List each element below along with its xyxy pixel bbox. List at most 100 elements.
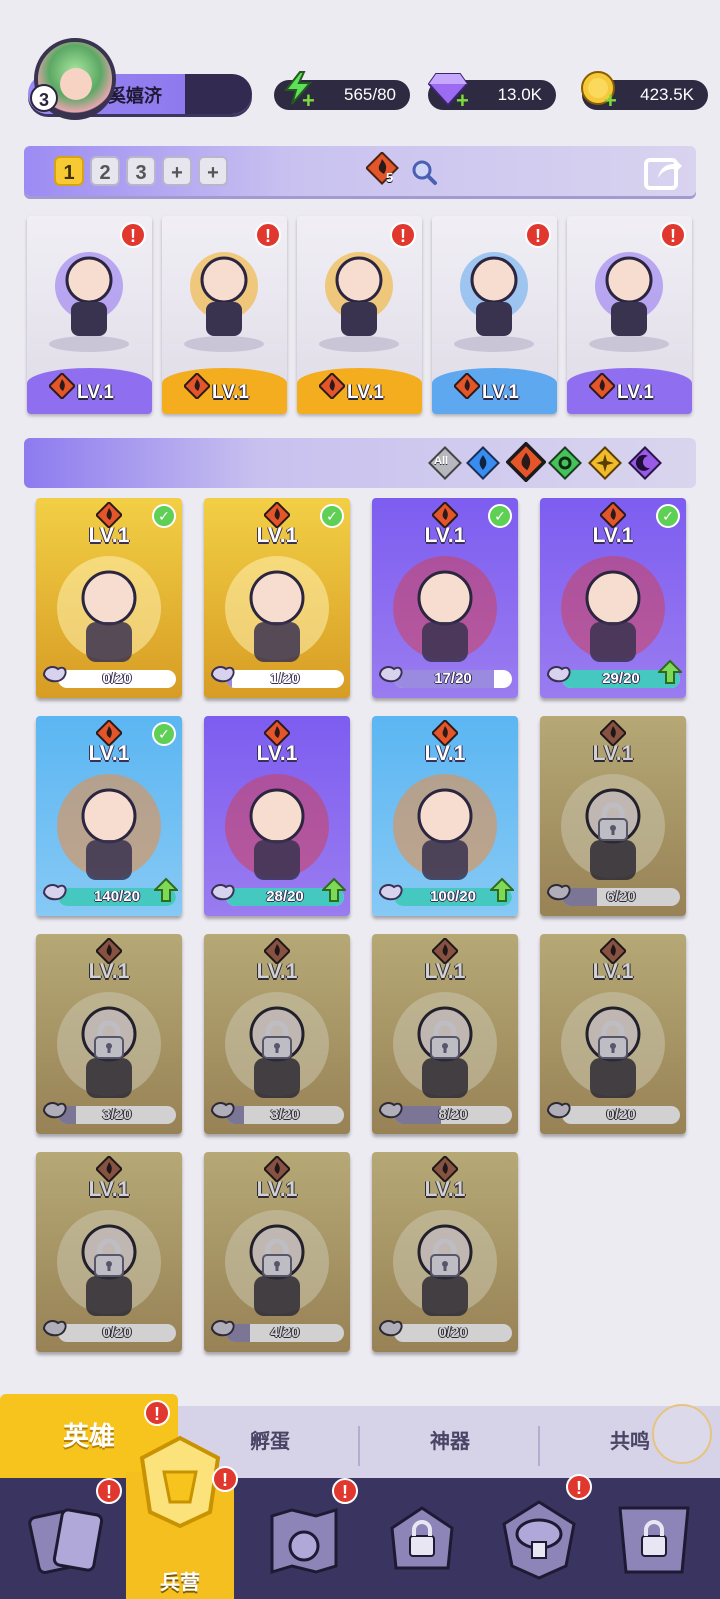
- cards-icon: [28, 1508, 104, 1574]
- add-slot-button[interactable]: +: [198, 156, 228, 186]
- team-hero-card[interactable]: LV.1!: [432, 216, 557, 414]
- alert-badge: !: [660, 222, 686, 248]
- team-hero-card[interactable]: LV.1!: [297, 216, 422, 414]
- shard-progress-bar: 8/20: [394, 1106, 512, 1124]
- hero-level: LV.1: [424, 742, 466, 765]
- shard-icon: [42, 663, 68, 690]
- shard-icon: [378, 881, 404, 908]
- hero-card[interactable]: LV.1 28/20: [204, 716, 350, 916]
- hero-level: LV.1: [617, 382, 654, 403]
- hero-card[interactable]: LV.1 0/20: [36, 1152, 182, 1352]
- team-slot-3[interactable]: 3: [126, 156, 156, 186]
- hero-card[interactable]: LV.1 ✓ 140/20: [36, 716, 182, 916]
- tab-artifact[interactable]: 神器: [360, 1406, 540, 1478]
- hero-card[interactable]: LV.1 ✓ 29/20: [540, 498, 686, 698]
- fire-element-icon: [317, 371, 347, 404]
- team-hero-card[interactable]: LV.1!: [162, 216, 287, 414]
- locked-gate-icon: [618, 1506, 690, 1574]
- upgrade-arrow-icon[interactable]: [152, 877, 180, 908]
- fire-element-icon[interactable]: [506, 442, 546, 482]
- mushroom-icon: [502, 1500, 576, 1580]
- coin-value: 423.5K: [640, 85, 694, 104]
- hero-level: LV.1: [256, 742, 298, 765]
- share-icon[interactable]: [644, 152, 684, 190]
- shard-progress-text: 1/20: [270, 670, 300, 687]
- shard-icon: [42, 881, 68, 908]
- hero-level: LV.1: [347, 382, 384, 403]
- shard-icon: [546, 663, 572, 690]
- nav-map-alert: !: [332, 1478, 358, 1504]
- nav-locked-building[interactable]: [366, 1478, 486, 1599]
- team-hero-card[interactable]: LV.1!: [27, 216, 152, 414]
- shard-progress-bar: 0/20: [562, 1106, 680, 1124]
- team-hero-card[interactable]: LV.1!: [567, 216, 692, 414]
- hero-card[interactable]: LV.1 3/20: [36, 934, 182, 1134]
- add-gem-icon[interactable]: +: [456, 88, 469, 114]
- shard-icon: [210, 881, 236, 908]
- shard-icon: [378, 1317, 404, 1344]
- hero-card[interactable]: LV.1 100/20: [372, 716, 518, 916]
- nav-barracks[interactable]: 兵营: [126, 1435, 234, 1599]
- team-slot-2[interactable]: 2: [90, 156, 120, 186]
- hero-card[interactable]: LV.1 8/20: [372, 934, 518, 1134]
- shard-icon: [546, 1099, 572, 1126]
- shard-icon: [210, 663, 236, 690]
- lock-icon: [427, 1238, 463, 1283]
- shard-progress-bar: 0/20: [394, 1324, 512, 1342]
- alert-badge: !: [390, 222, 416, 248]
- add-slot-button[interactable]: +: [162, 156, 192, 186]
- map-icon: [270, 1507, 338, 1575]
- add-coin-icon[interactable]: +: [604, 88, 617, 114]
- in-team-check-icon: ✓: [152, 722, 176, 746]
- water-element-icon[interactable]: [466, 446, 500, 480]
- lock-icon: [259, 1238, 295, 1283]
- shard-progress-bar: 17/20: [394, 670, 512, 688]
- hero-card[interactable]: LV.1 6/20: [540, 716, 686, 916]
- team-slot-1[interactable]: 1: [54, 156, 84, 186]
- hero-card[interactable]: LV.1 0/20: [540, 934, 686, 1134]
- shard-progress-bar: 3/20: [58, 1106, 176, 1124]
- floating-compass-button[interactable]: [652, 1404, 712, 1464]
- lock-icon: [595, 802, 631, 847]
- hero-card[interactable]: LV.1 ✓ 0/20: [36, 498, 182, 698]
- in-team-check-icon: ✓: [656, 504, 680, 528]
- upgrade-arrow-icon[interactable]: [320, 877, 348, 908]
- lock-icon: [595, 1020, 631, 1065]
- shard-icon: [378, 1099, 404, 1126]
- shard-progress-bar: 3/20: [226, 1106, 344, 1124]
- light-element-icon[interactable]: [588, 446, 622, 480]
- fire-element-icon: [366, 152, 399, 185]
- hero-level: LV.1: [424, 1178, 466, 1201]
- shard-icon: [42, 1099, 68, 1126]
- fire-element-icon: [452, 371, 482, 404]
- fire-element-icon: [182, 371, 212, 404]
- shard-progress-text: 17/20: [434, 670, 472, 687]
- hero-card[interactable]: LV.1 3/20: [204, 934, 350, 1134]
- dark-element-icon[interactable]: [628, 446, 662, 480]
- search-icon[interactable]: [410, 158, 438, 186]
- hero-level: LV.1: [592, 960, 634, 983]
- shard-icon: [378, 663, 404, 690]
- shard-progress-bar: 0/20: [58, 1324, 176, 1342]
- shard-progress-text: 0/20: [438, 1324, 468, 1341]
- fire-element-icon: [47, 371, 77, 404]
- nav-locked-gate[interactable]: [602, 1478, 720, 1599]
- nature-element-icon[interactable]: [548, 446, 582, 480]
- hero-level: LV.1: [88, 960, 130, 983]
- add-energy-icon[interactable]: +: [302, 88, 315, 114]
- in-team-check-icon: ✓: [488, 504, 512, 528]
- hero-card[interactable]: LV.1 ✓ 1/20: [204, 498, 350, 698]
- lock-icon: [427, 1020, 463, 1065]
- upgrade-arrow-icon[interactable]: [656, 659, 684, 690]
- lock-icon: [259, 1020, 295, 1065]
- shard-icon: [210, 1099, 236, 1126]
- hero-card[interactable]: LV.1 4/20: [204, 1152, 350, 1352]
- hero-card[interactable]: LV.1 ✓ 17/20: [372, 498, 518, 698]
- hero-card[interactable]: LV.1 0/20: [372, 1152, 518, 1352]
- upgrade-arrow-icon[interactable]: [488, 877, 516, 908]
- shard-progress-text: 3/20: [270, 1106, 300, 1123]
- fire-element-icon: [587, 371, 617, 404]
- shard-progress-text: 4/20: [270, 1324, 300, 1341]
- shard-progress-bar: 1/20: [226, 670, 344, 688]
- energy-value: 565/80: [344, 85, 396, 104]
